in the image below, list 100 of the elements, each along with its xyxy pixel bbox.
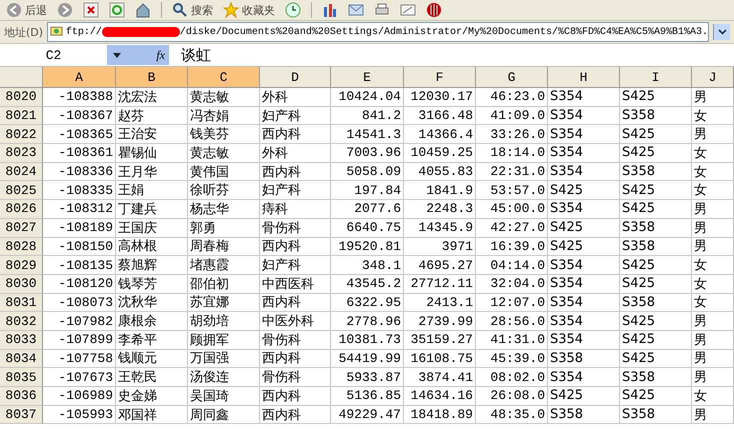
table-cell: -108335 bbox=[43, 181, 116, 200]
table-cell: 骨伤科 bbox=[260, 218, 331, 238]
table-cell: 外科 bbox=[260, 88, 331, 107]
table-cell: 邓国祥 bbox=[116, 406, 188, 424]
row-header[interactable]: 8037 bbox=[0, 406, 43, 424]
column-header[interactable]: G bbox=[476, 67, 548, 88]
table-cell: 33:26.0 bbox=[476, 125, 548, 144]
table-cell: 841.2 bbox=[331, 106, 404, 126]
column-header[interactable]: H bbox=[548, 67, 620, 88]
column-header[interactable]: E bbox=[331, 67, 404, 88]
column-header[interactable]: D bbox=[260, 67, 331, 88]
row-header[interactable]: 8026 bbox=[0, 200, 43, 219]
dropdown-button[interactable] bbox=[713, 24, 730, 40]
search-button[interactable]: 搜索 bbox=[172, 2, 213, 18]
table-cell: S425 bbox=[620, 312, 692, 331]
table-cell: S354 bbox=[548, 330, 620, 350]
table-cell: 李希平 bbox=[116, 330, 188, 350]
table-cell: 瞿锡仙 bbox=[116, 144, 188, 163]
table-cell: 27712.11 bbox=[404, 274, 476, 294]
mail-icon[interactable] bbox=[348, 2, 364, 18]
table-cell: 41:31.0 bbox=[476, 330, 548, 350]
name-box[interactable]: C2 bbox=[0, 45, 107, 65]
row-header[interactable]: 8022 bbox=[0, 125, 43, 144]
table-cell: 黄志敏 bbox=[188, 144, 260, 163]
table-cell: 2778.96 bbox=[331, 312, 404, 331]
table-cell: 杨志华 bbox=[188, 200, 260, 219]
table-cell: 男 bbox=[692, 238, 734, 256]
row-header[interactable]: 8024 bbox=[0, 162, 43, 182]
table-cell: -105993 bbox=[43, 406, 116, 424]
table-cell: 男 bbox=[692, 125, 734, 144]
caret-icon[interactable] bbox=[113, 52, 121, 58]
row-header[interactable]: 8031 bbox=[0, 294, 43, 312]
column-header[interactable]: F bbox=[404, 67, 476, 88]
row-header[interactable]: 8033 bbox=[0, 330, 43, 350]
column-header[interactable]: C bbox=[188, 67, 260, 88]
table-cell: 35159.27 bbox=[404, 330, 476, 350]
table-cell: S425 bbox=[548, 218, 620, 238]
table-cell: 妇产科 bbox=[260, 106, 331, 126]
function-label[interactable]: fx bbox=[156, 48, 165, 62]
table-cell: 邵伯初 bbox=[188, 274, 260, 294]
row-header[interactable]: 8032 bbox=[0, 312, 43, 331]
table-cell: 4055.83 bbox=[404, 162, 476, 182]
refresh-icon[interactable] bbox=[109, 2, 125, 18]
row-header[interactable]: 8028 bbox=[0, 238, 43, 256]
round-logo-icon[interactable] bbox=[426, 2, 442, 18]
row-header[interactable]: 8027 bbox=[0, 218, 43, 238]
table-cell: S358 bbox=[620, 294, 692, 312]
row-header[interactable]: 8030 bbox=[0, 274, 43, 294]
table-cell: S358 bbox=[620, 238, 692, 256]
table-cell: 西内科 bbox=[260, 387, 331, 406]
back-button[interactable]: 后退 bbox=[6, 2, 47, 18]
edit-icon[interactable] bbox=[400, 2, 416, 18]
row-header[interactable]: 8034 bbox=[0, 350, 43, 368]
table-cell: 48:35.0 bbox=[476, 406, 548, 424]
address-field[interactable]: ftp:// /diske/Documents%20and%20Settings/Administrator/My%20Documents/%C8%FD%C4%EA%C5%A9%B1%A3. bbox=[47, 22, 709, 42]
row-header[interactable]: 8036 bbox=[0, 387, 43, 406]
table-cell: S354 bbox=[548, 368, 620, 387]
table-cell: -107899 bbox=[43, 330, 116, 350]
table-cell: S358 bbox=[620, 406, 692, 424]
column-header[interactable]: I bbox=[620, 67, 692, 88]
table-cell: 26:08.0 bbox=[476, 387, 548, 406]
table-cell: -107758 bbox=[43, 350, 116, 368]
chart-icon[interactable] bbox=[322, 2, 338, 18]
column-header[interactable]: J bbox=[692, 67, 734, 88]
search-icon[interactable] bbox=[172, 2, 188, 18]
table-cell: 4695.27 bbox=[404, 256, 476, 275]
row-header[interactable]: 8029 bbox=[0, 256, 43, 275]
table-cell: 黄志敏 bbox=[188, 88, 260, 107]
table-cell: -108365 bbox=[43, 125, 116, 144]
table-cell: 王治安 bbox=[116, 125, 188, 144]
table-cell: S354 bbox=[548, 256, 620, 275]
table-cell: -108367 bbox=[43, 106, 116, 126]
table-cell: 痔科 bbox=[260, 200, 331, 219]
table-cell: 高林根 bbox=[116, 238, 188, 256]
row-header[interactable]: 8023 bbox=[0, 144, 43, 163]
formula-value[interactable]: 谈虹 bbox=[181, 46, 211, 64]
table-cell: 12:07.0 bbox=[476, 294, 548, 312]
url-text: ftp:// bbox=[66, 26, 102, 38]
row-header[interactable]: 8021 bbox=[0, 106, 43, 126]
row-header[interactable]: 8025 bbox=[0, 181, 43, 200]
star-icon[interactable] bbox=[223, 2, 239, 18]
table-cell: 妇产科 bbox=[260, 256, 331, 275]
history-icon[interactable] bbox=[285, 2, 301, 18]
select-all-corner[interactable] bbox=[0, 67, 43, 88]
table-cell: -108361 bbox=[43, 144, 116, 163]
table-cell: 女 bbox=[692, 106, 734, 126]
home-icon[interactable] bbox=[135, 2, 151, 18]
table-cell: S354 bbox=[548, 162, 620, 182]
table-cell: 45:00.0 bbox=[476, 200, 548, 219]
table-cell: 14541.3 bbox=[331, 125, 404, 144]
table-cell: S354 bbox=[548, 106, 620, 126]
column-header[interactable]: A bbox=[43, 67, 116, 88]
table-cell: S354 bbox=[548, 144, 620, 163]
favorites-button[interactable]: 收藏夹 bbox=[223, 2, 275, 18]
table-cell: 沈秋华 bbox=[116, 294, 188, 312]
table-cell: S425 bbox=[620, 200, 692, 219]
column-header[interactable]: B bbox=[116, 67, 188, 88]
row-header[interactable]: 8020 bbox=[0, 88, 43, 107]
stop-icon[interactable] bbox=[83, 2, 99, 18]
row-header[interactable]: 8035 bbox=[0, 368, 43, 387]
